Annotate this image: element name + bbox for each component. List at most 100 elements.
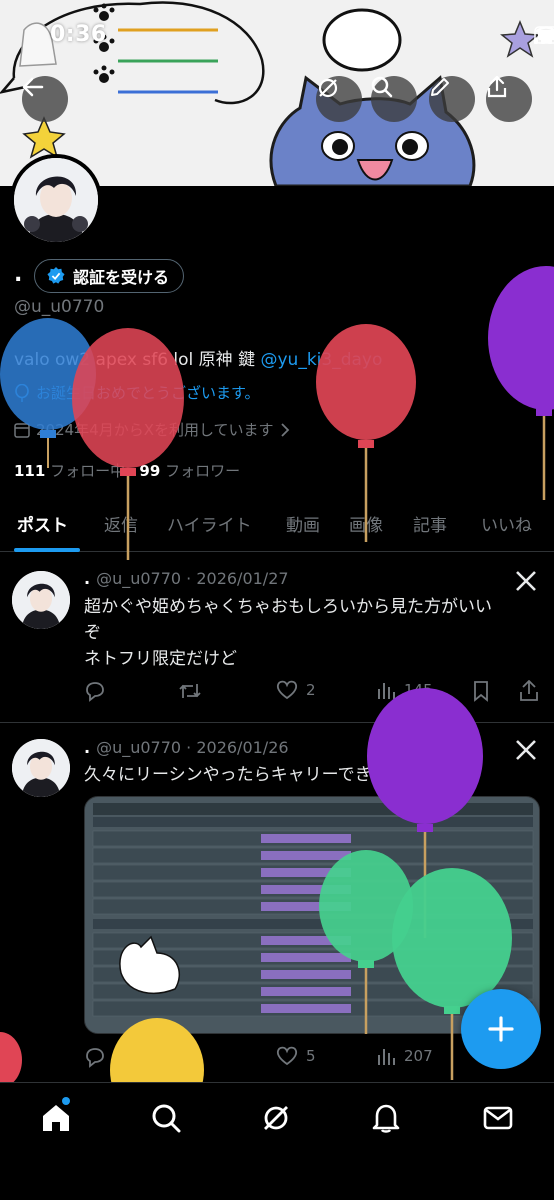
profile-tabs: ポスト 返信 ハイライト 動画 画像 記事 いいね bbox=[0, 500, 554, 552]
share-button[interactable] bbox=[486, 76, 532, 122]
following-count[interactable]: 111 bbox=[14, 462, 45, 480]
avatar-illustration bbox=[12, 571, 70, 629]
like-count: 5 bbox=[306, 1047, 316, 1065]
messages-icon bbox=[483, 1106, 513, 1130]
notification-dot bbox=[62, 1097, 70, 1105]
post-text: 超かぐや姫めちゃくちゃおもしろいから見た方がいい ぞ ネトフリ限定だけど bbox=[84, 594, 524, 672]
tab-highlights[interactable]: ハイライト bbox=[167, 511, 252, 536]
profile-handle: @u_u0770 bbox=[14, 297, 105, 317]
post-header: . @u_u0770 · 2026/01/26 bbox=[84, 738, 289, 757]
share-icon bbox=[520, 680, 538, 701]
like-count: 2 bbox=[306, 681, 316, 699]
tab-posts[interactable]: ポスト bbox=[17, 511, 68, 536]
follow-stats: 111 フォロー中 99 フォロワー bbox=[14, 460, 240, 481]
post-avatar[interactable] bbox=[12, 571, 70, 629]
post-avatar[interactable] bbox=[12, 739, 70, 797]
tab-videos[interactable]: 動画 bbox=[286, 511, 320, 536]
post-media-image[interactable] bbox=[84, 796, 540, 1034]
search-button[interactable] bbox=[371, 76, 417, 122]
repost-icon bbox=[179, 684, 201, 698]
search-icon bbox=[371, 76, 393, 98]
verify-button[interactable]: 認証を受ける bbox=[34, 259, 185, 293]
edit-icon bbox=[431, 78, 449, 96]
balloon-purple bbox=[488, 266, 554, 500]
scoreboard-screenshot bbox=[85, 797, 539, 1033]
views-button[interactable]: 145 bbox=[376, 680, 433, 700]
like-button[interactable]: 5 bbox=[276, 1046, 316, 1066]
reply-button[interactable] bbox=[84, 680, 106, 702]
view-count: 145 bbox=[404, 681, 433, 699]
bio-text: valo ow2 apex sf6 lol 原神 鍵 bbox=[14, 350, 261, 370]
post-author-name[interactable]: . bbox=[84, 738, 90, 757]
reply-icon bbox=[86, 682, 104, 702]
verified-badge-icon bbox=[47, 267, 65, 284]
view-count: 207 bbox=[404, 1047, 433, 1065]
post-meta: @u_u0770 · 2026/01/26 bbox=[96, 738, 289, 757]
heart-icon bbox=[276, 1046, 298, 1066]
heart-icon bbox=[276, 680, 298, 700]
nav-grok[interactable] bbox=[256, 1101, 296, 1135]
profile-banner: 0:36 bbox=[0, 0, 554, 186]
post-text-line: 超かぐや姫めちゃくちゃおもしろいから見た方がいい bbox=[84, 597, 492, 617]
joined-text: 2024年4月からXを利用しています bbox=[36, 421, 274, 439]
nav-home[interactable] bbox=[36, 1101, 76, 1135]
x-logo-icon bbox=[516, 571, 536, 591]
edit-button[interactable] bbox=[429, 76, 475, 122]
avatar-illustration bbox=[12, 739, 70, 797]
followers-count[interactable]: 99 bbox=[139, 462, 160, 480]
bookmark-button[interactable] bbox=[472, 680, 490, 702]
compose-icon bbox=[488, 1016, 514, 1042]
repost-button[interactable] bbox=[178, 680, 202, 702]
post-share-button[interactable] bbox=[518, 680, 540, 702]
nav-messages[interactable] bbox=[478, 1101, 518, 1135]
grok-icon bbox=[318, 78, 338, 98]
profile-avatar[interactable] bbox=[10, 154, 102, 246]
joined-row[interactable]: 2024年4月からXを利用しています bbox=[14, 419, 290, 440]
repost-icon bbox=[179, 1050, 201, 1064]
tab-articles[interactable]: 記事 bbox=[413, 511, 447, 536]
post-text-line: ネトフリ限定だけど bbox=[84, 649, 237, 669]
post-text: 久々にリーシンやったらキャリーできた！ bbox=[84, 762, 524, 788]
reply-icon bbox=[86, 1048, 104, 1068]
post-header: . @u_u0770 · 2026/01/27 bbox=[84, 569, 289, 588]
repost-button[interactable] bbox=[178, 1046, 202, 1068]
reply-button[interactable]: 1 bbox=[84, 1046, 124, 1068]
views-button[interactable]: 207 bbox=[376, 1046, 433, 1066]
like-button[interactable]: 2 bbox=[276, 680, 316, 700]
post-actions: 2 145 bbox=[84, 680, 542, 704]
post-text-line: ぞ bbox=[84, 623, 101, 643]
tab-likes[interactable]: いいね bbox=[481, 511, 532, 536]
views-icon bbox=[378, 1049, 395, 1065]
chevron-right-icon bbox=[280, 422, 289, 437]
active-tab-indicator bbox=[14, 548, 80, 552]
views-icon bbox=[378, 683, 395, 699]
birthday-text: お誕生日おめでとうございます。 bbox=[36, 384, 260, 402]
compose-button[interactable] bbox=[461, 989, 541, 1069]
balloon-icon bbox=[15, 383, 29, 402]
post-author-name[interactable]: . bbox=[84, 569, 90, 588]
bottom-navigation bbox=[0, 1082, 554, 1200]
grok-icon bbox=[264, 1106, 288, 1130]
avatar-illustration bbox=[14, 158, 98, 242]
battery-icon bbox=[534, 26, 554, 44]
notifications-icon bbox=[372, 1104, 400, 1133]
status-time: 0:36 bbox=[50, 22, 107, 47]
following-label[interactable]: フォロー中 bbox=[50, 462, 125, 480]
tab-replies[interactable]: 返信 bbox=[104, 511, 138, 536]
display-name: . bbox=[14, 262, 23, 287]
nav-explore[interactable] bbox=[146, 1101, 186, 1135]
back-button[interactable] bbox=[22, 76, 68, 122]
post-meta: @u_u0770 · 2026/01/27 bbox=[96, 569, 289, 588]
share-icon bbox=[487, 76, 507, 98]
grok-button[interactable] bbox=[316, 76, 362, 122]
x-logo-icon bbox=[516, 740, 536, 760]
bio-mention-link[interactable]: @yu_ki3_dayo bbox=[260, 350, 382, 370]
tab-media[interactable]: 画像 bbox=[349, 511, 383, 536]
explore-icon bbox=[152, 1104, 181, 1133]
post-1[interactable]: . @u_u0770 · 2026/01/27 超かぐや姫めちゃくちゃおもしろいか… bbox=[0, 553, 554, 723]
home-icon bbox=[43, 1105, 69, 1131]
followers-label[interactable]: フォロワー bbox=[165, 462, 240, 480]
nav-notifications[interactable] bbox=[366, 1101, 406, 1135]
reply-count: 1 bbox=[114, 1048, 124, 1066]
bookmark-icon bbox=[474, 681, 488, 702]
